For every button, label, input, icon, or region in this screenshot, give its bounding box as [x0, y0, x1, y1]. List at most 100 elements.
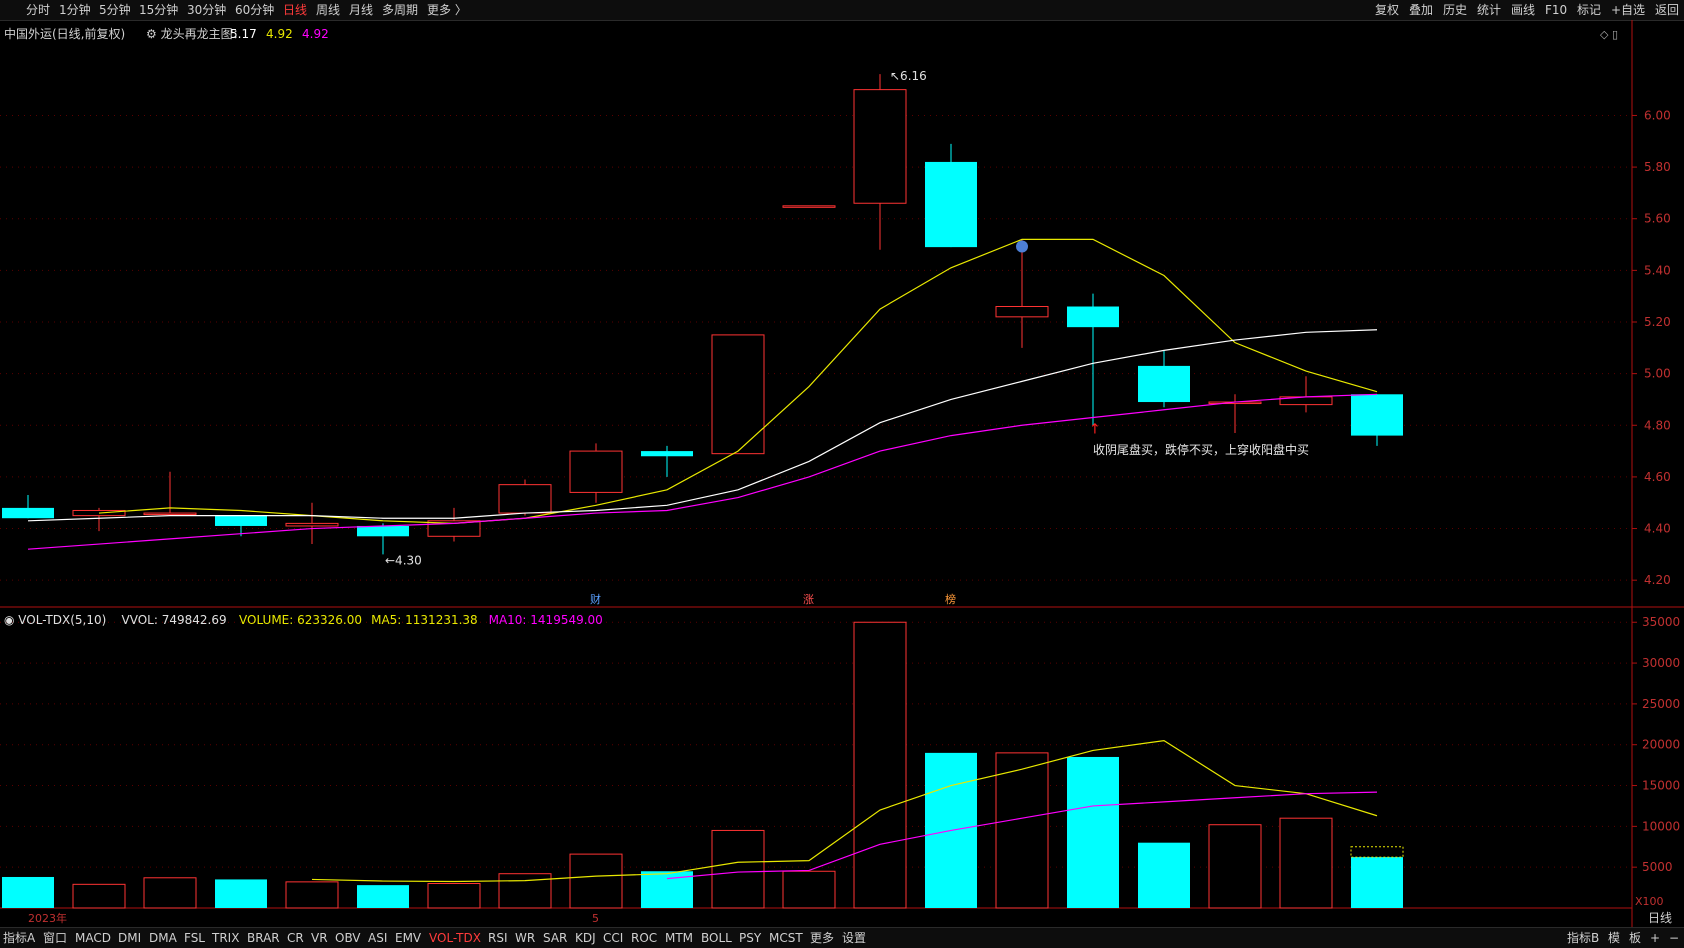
price-tick-label: 4.80: [1644, 418, 1671, 432]
tool-复权[interactable]: 复权: [1375, 0, 1399, 20]
volume-bar: [1208, 824, 1262, 909]
indicator-指标a[interactable]: 指标A: [3, 928, 35, 948]
indicator-macd[interactable]: MACD: [75, 928, 111, 948]
volume-tick-label: 35000: [1642, 615, 1680, 629]
candle-body: [285, 522, 339, 527]
indicator-设置[interactable]: 设置: [842, 928, 866, 948]
tool-b-指标b[interactable]: 指标B: [1567, 928, 1599, 948]
candle-body: [853, 89, 907, 204]
buy-arrow-icon: ↑: [1089, 421, 1101, 437]
low-price-label: ←4.30: [385, 553, 422, 567]
volume-bar: [1067, 756, 1119, 908]
price-tick-label: 5.00: [1644, 367, 1671, 381]
indicator-vr[interactable]: VR: [311, 928, 328, 948]
volume-header-2: VOLUME: 623326.00: [239, 613, 362, 627]
period-toolbar: 分时 1分钟 5分钟 15分钟 30分钟 60分钟 日线 周线 月线 多周期 更多 〉 复权 叠加 历史统…: [0, 0, 1684, 21]
candle-body: [782, 205, 836, 208]
indicator-mtm[interactable]: MTM: [665, 928, 693, 948]
volume-header-3: MA5: 1131231.38: [371, 613, 478, 627]
month-label: 5: [592, 912, 599, 925]
candle-body: [1351, 394, 1403, 436]
period-30分钟[interactable]: 30分钟: [187, 0, 226, 20]
indicator-kdj[interactable]: KDJ: [575, 928, 596, 948]
volume-bar: [782, 870, 836, 909]
indicator-mcst[interactable]: MCST: [769, 928, 803, 948]
volume-bar: [569, 853, 623, 909]
candle-body: [143, 512, 197, 516]
indicator-窗口[interactable]: 窗口: [43, 928, 67, 948]
volume-bar: [711, 829, 765, 909]
volume-tick-label: 15000: [1642, 779, 1680, 793]
tool-b-板[interactable]: 板: [1629, 928, 1641, 948]
indicator-brar[interactable]: BRAR: [247, 928, 280, 948]
period-多周期[interactable]: 多周期: [382, 0, 418, 20]
tool-b-模[interactable]: 模: [1608, 928, 1620, 948]
volume-estimate-outline: [1350, 846, 1404, 858]
signal-icon: [1016, 240, 1028, 253]
indicator-toolbar: 指标A 窗口 MACD DMI DMA FSL TRIX BRAR CR VR OBV ASI EMV V…: [0, 927, 1684, 948]
panel-settings-icon: ◇ ▯: [1600, 28, 1618, 41]
candle-body: [1067, 306, 1119, 328]
candle-body: [357, 525, 409, 537]
tool-画线[interactable]: 画线: [1511, 0, 1535, 20]
period-label: 日线: [1648, 911, 1672, 925]
period-分时[interactable]: 分时: [26, 0, 50, 20]
candle-body: [1138, 365, 1190, 403]
volume-tick-label: 25000: [1642, 697, 1680, 711]
high-price-label: ↖6.16: [890, 69, 927, 83]
period-1分钟[interactable]: 1分钟: [59, 0, 91, 20]
volume-bar: [285, 881, 339, 909]
period-周线[interactable]: 周线: [316, 0, 340, 20]
volume-unit-label: X100: [1635, 895, 1664, 908]
tool-返回[interactable]: 返回: [1655, 0, 1679, 20]
period-5分钟[interactable]: 5分钟: [99, 0, 131, 20]
indicator-vol-tdx[interactable]: VOL-TDX: [429, 928, 481, 948]
volume-bar: [357, 885, 409, 908]
indicator-cci[interactable]: CCI: [603, 928, 623, 948]
volume-bar: [1138, 842, 1190, 908]
indicator-asi[interactable]: ASI: [368, 928, 387, 948]
period-更多[interactable]: 更多 〉: [427, 0, 467, 20]
indicator-更多[interactable]: 更多: [810, 928, 834, 948]
indicator-sar[interactable]: SAR: [543, 928, 567, 948]
indicator-roc[interactable]: ROC: [631, 928, 657, 948]
tool-标记[interactable]: 标记: [1577, 0, 1601, 20]
indicator-cr[interactable]: CR: [287, 928, 304, 948]
price-tick-label: 5.20: [1644, 315, 1671, 329]
indicator-fsl[interactable]: FSL: [184, 928, 205, 948]
candle-body: [641, 451, 693, 457]
indicator-dmi[interactable]: DMI: [118, 928, 141, 948]
volume-bar: [2, 876, 54, 908]
volume-bar: [498, 873, 552, 909]
volume-tick-label: 30000: [1642, 656, 1680, 670]
tool-历史[interactable]: 历史: [1443, 0, 1467, 20]
indicator-wr[interactable]: WR: [515, 928, 535, 948]
tool-叠加[interactable]: 叠加: [1409, 0, 1433, 20]
indicator-trix[interactable]: TRIX: [212, 928, 239, 948]
candle-body: [569, 450, 623, 493]
ma-value-1: 5.17: [230, 27, 257, 41]
tool-+自选[interactable]: +自选: [1611, 0, 1645, 20]
tool-统计[interactable]: 统计: [1477, 0, 1501, 20]
indicator-psy[interactable]: PSY: [739, 928, 761, 948]
volume-bar: [143, 877, 197, 909]
tool-b-+[interactable]: +: [1650, 928, 1660, 948]
ma-value-3: 4.92: [302, 27, 329, 41]
volume-bar: [853, 621, 907, 909]
period-15分钟[interactable]: 15分钟: [139, 0, 178, 20]
period-月线[interactable]: 月线: [349, 0, 373, 20]
candlestick-chart: 4.20 4.40 4.60 4.80 5.00 5.20 5.40 5.60 5.80 6.00…: [0, 20, 1684, 927]
price-tick-label: 4.20: [1644, 573, 1671, 587]
indicator-emv[interactable]: EMV: [395, 928, 421, 948]
indicator-boll[interactable]: BOLL: [701, 928, 732, 948]
indicator-rsi[interactable]: RSI: [488, 928, 508, 948]
tool-f10[interactable]: F10: [1545, 0, 1567, 20]
tool-b-[interactable]: −: [1669, 928, 1679, 948]
volume-bar: [427, 883, 481, 909]
indicator-obv[interactable]: OBV: [335, 928, 361, 948]
price-tick-label: 4.60: [1644, 470, 1671, 484]
period-日线[interactable]: 日线: [283, 0, 307, 20]
indicator-dma[interactable]: DMA: [149, 928, 177, 948]
period-60分钟[interactable]: 60分钟: [235, 0, 274, 20]
candle-body: [925, 161, 977, 248]
